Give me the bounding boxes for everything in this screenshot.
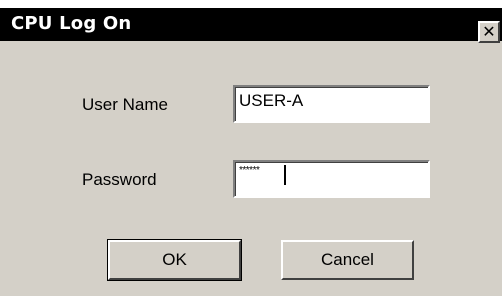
log-on-dialog	[0, 8, 502, 296]
password-label: Password	[82, 170, 157, 189]
password-field[interactable]: ******	[233, 160, 430, 198]
ok-button[interactable]: OK	[107, 239, 242, 281]
cancel-button[interactable]: Cancel	[281, 240, 414, 280]
window-title: CPU Log On	[11, 13, 132, 34]
username-field[interactable]: USER-A	[233, 85, 430, 123]
close-button[interactable]: ✕	[478, 21, 500, 43]
username-label: User Name	[82, 95, 168, 114]
text-caret	[284, 165, 286, 185]
title-bar: CPU Log On ✕	[0, 8, 502, 43]
close-icon: ✕	[482, 22, 496, 41]
username-value: USER-A	[239, 91, 304, 110]
password-value: ******	[239, 165, 260, 176]
